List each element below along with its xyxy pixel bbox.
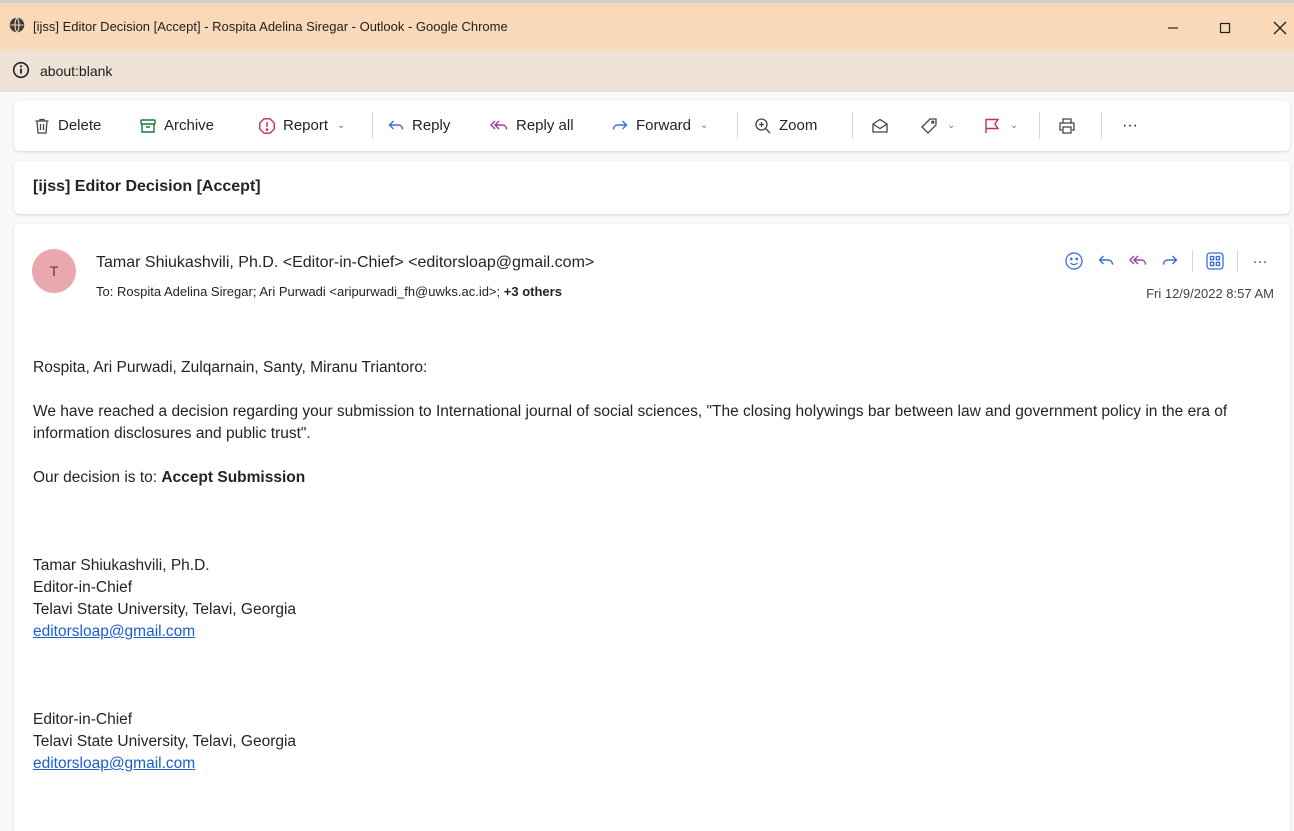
message-actions: ··· <box>1058 248 1276 274</box>
signature-role: Editor-in-Chief <box>33 711 133 728</box>
signature-role: Editor-in-Chief <box>33 579 133 596</box>
chevron-down-icon: ⌄ <box>947 120 956 131</box>
archive-label: Archive <box>164 117 215 134</box>
browser-title-bar: [ijss] Editor Decision [Accept] - Rospit… <box>0 0 1294 50</box>
decision-value: Accept Submission <box>161 469 306 486</box>
toolbar-divider <box>737 112 738 139</box>
decision-prefix: Our decision is to: <box>33 469 162 486</box>
signature-org: Telavi State University, Telavi, Georgia <box>33 601 297 618</box>
reply-all-icon[interactable] <box>1122 248 1154 274</box>
message-date: Fri 12/9/2022 8:57 AM <box>1146 286 1274 301</box>
flag-icon <box>985 118 1000 133</box>
address-url[interactable]: about:blank <box>40 63 112 79</box>
delete-button[interactable]: Delete <box>33 100 101 151</box>
toolbar-divider <box>1039 112 1040 139</box>
more-actions-button[interactable]: ··· <box>1244 248 1276 274</box>
archive-icon <box>140 118 156 133</box>
toolbar-divider <box>852 112 853 139</box>
to-recipients[interactable]: Rospita Adelina Siregar; Ari Purwadi <ar… <box>117 284 500 299</box>
recipients: To: Rospita Adelina Siregar; Ari Purwadi… <box>96 284 562 299</box>
forward-icon <box>612 120 628 130</box>
signature-name: Tamar Shiukashvili, Ph.D. <box>33 557 210 574</box>
decision-line: Our decision is to: Accept Submission <box>33 467 1263 489</box>
report-button[interactable]: Report ⌄ <box>258 100 345 151</box>
envelope-icon <box>872 118 888 133</box>
trash-icon <box>35 118 49 134</box>
tag-button[interactable]: ⌄ <box>920 100 955 151</box>
zoom-icon <box>755 117 771 133</box>
forward-button[interactable]: Forward ⌄ <box>611 100 708 151</box>
minimize-icon[interactable] <box>1153 13 1193 43</box>
to-label: To: <box>96 284 114 299</box>
delete-label: Delete <box>58 117 102 134</box>
toolbar-divider <box>372 112 373 139</box>
actions-divider <box>1192 250 1193 272</box>
reply-icon[interactable] <box>1090 248 1122 274</box>
forward-icon[interactable] <box>1154 248 1186 274</box>
reply-all-button[interactable]: Reply all <box>489 100 574 151</box>
message-toolbar: Delete Archive Report ⌄ Reply Reply all … <box>14 100 1290 151</box>
smiley-icon[interactable] <box>1058 248 1090 274</box>
signature-org: Telavi State University, Telavi, Georgia <box>33 733 297 750</box>
print-icon <box>1059 117 1075 134</box>
report-label: Report <box>283 117 329 134</box>
flag-button[interactable]: ⌄ <box>983 100 1018 151</box>
more-icon: ··· <box>1122 116 1138 134</box>
report-icon <box>259 117 275 134</box>
forward-label: Forward <box>636 117 692 134</box>
apps-icon[interactable] <box>1199 248 1231 274</box>
more-recipients-link[interactable]: +3 others <box>504 284 562 299</box>
chevron-down-icon: ⌄ <box>1010 120 1019 131</box>
reply-all-icon <box>490 120 508 130</box>
tag-icon <box>921 117 937 134</box>
signature-email-link[interactable]: editorsloap@gmail.com <box>33 623 195 640</box>
window-title: [ijss] Editor Decision [Accept] - Rospit… <box>33 19 508 34</box>
avatar[interactable]: T <box>32 249 76 293</box>
message-card: T Tamar Shiukashvili, Ph.D. <Editor-in-C… <box>14 224 1290 831</box>
print-button[interactable] <box>1058 100 1076 151</box>
address-bar[interactable]: about:blank <box>0 50 1294 92</box>
more-options-button[interactable]: ··· <box>1122 100 1138 151</box>
zoom-label: Zoom <box>779 117 818 134</box>
sender[interactable]: Tamar Shiukashvili, Ph.D. <Editor-in-Chi… <box>96 254 594 272</box>
chevron-down-icon: ⌄ <box>700 120 709 131</box>
reply-icon <box>388 120 404 130</box>
close-icon[interactable] <box>1260 13 1294 43</box>
more-icon: ··· <box>1252 252 1268 270</box>
zoom-button[interactable]: Zoom <box>754 100 817 151</box>
greeting: Rospita, Ari Purwadi, Zulqarnain, Santy,… <box>33 359 428 376</box>
signature-email-link[interactable]: editorsloap@gmail.com <box>33 755 195 772</box>
reply-button[interactable]: Reply <box>387 100 450 151</box>
mark-read-button[interactable] <box>871 100 889 151</box>
subject-bar: [ijss] Editor Decision [Accept] <box>14 161 1290 214</box>
maximize-icon[interactable] <box>1205 13 1245 43</box>
toolbar-divider <box>1101 112 1102 139</box>
message-body: Rospita, Ari Purwadi, Zulqarnain, Santy,… <box>33 357 1263 775</box>
archive-button[interactable]: Archive <box>139 100 214 151</box>
globe-icon <box>9 17 25 33</box>
reply-label: Reply <box>412 117 451 134</box>
reply-all-label: Reply all <box>516 117 574 134</box>
info-icon[interactable] <box>12 61 30 79</box>
actions-divider <box>1237 250 1238 272</box>
chevron-down-icon: ⌄ <box>337 120 346 131</box>
message-subject: [ijss] Editor Decision [Accept] <box>33 178 261 195</box>
body-paragraph: We have reached a decision regarding you… <box>33 403 1228 442</box>
